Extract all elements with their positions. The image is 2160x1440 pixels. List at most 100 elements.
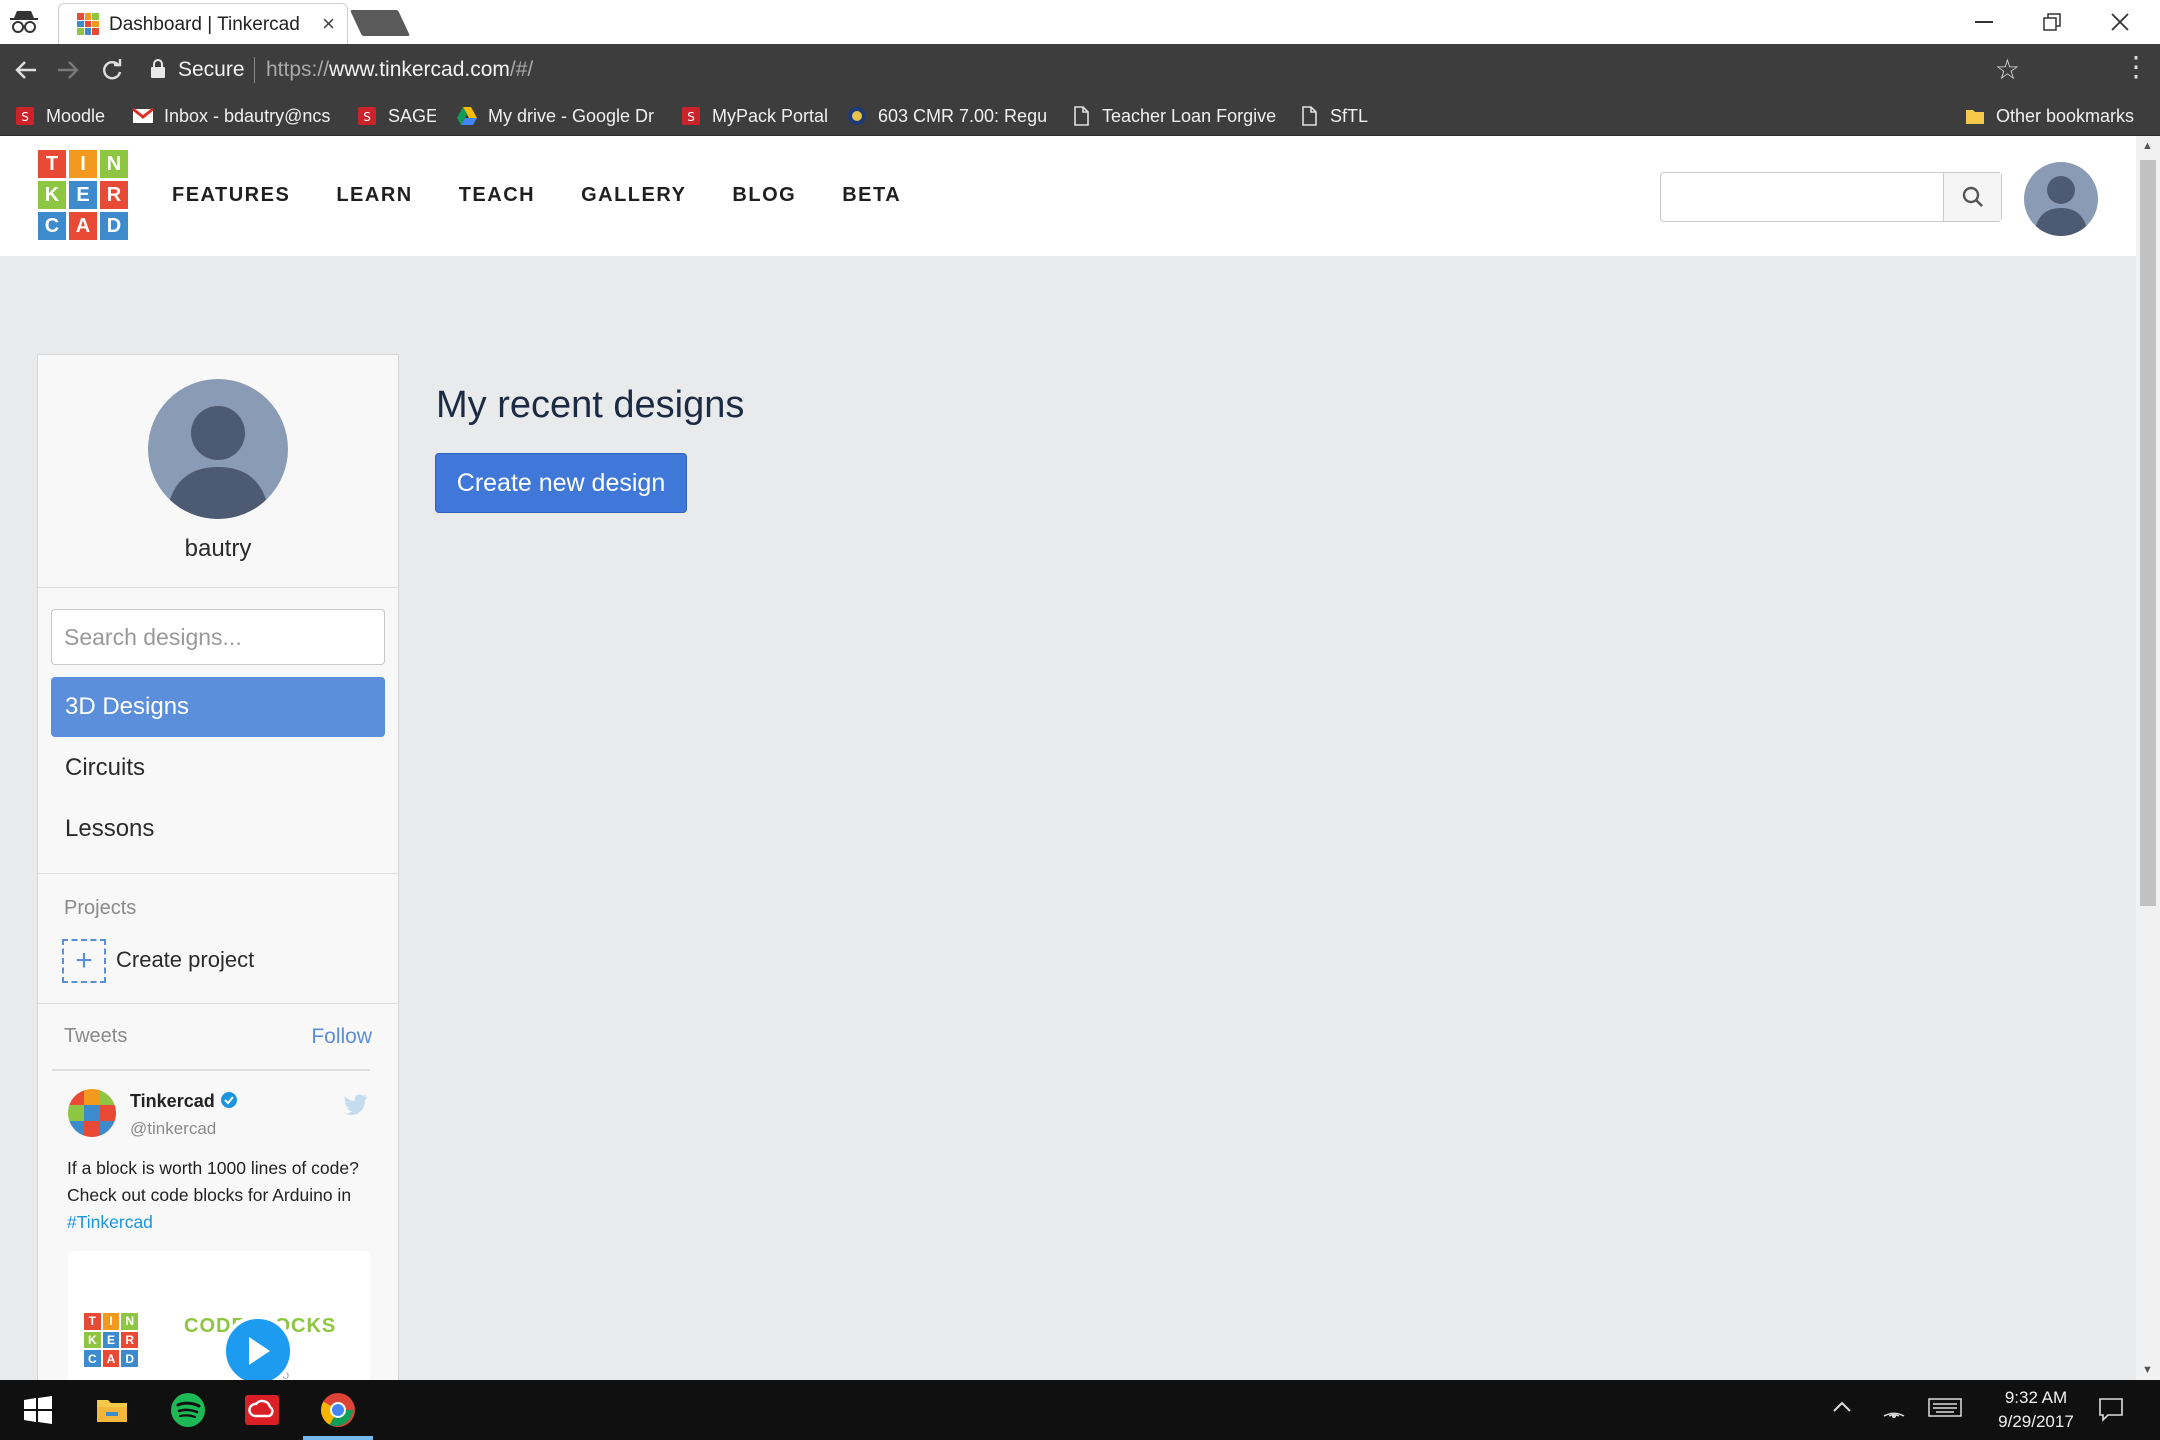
bookmark-teacher-loan[interactable]: Teacher Loan Forgive [1070, 103, 1280, 129]
header-search-button[interactable] [1943, 173, 2001, 221]
spotify-icon[interactable] [168, 1390, 208, 1430]
logo-letter: D [100, 212, 128, 240]
new-tab-button[interactable] [349, 10, 411, 36]
nav-beta[interactable]: BETA [842, 184, 901, 207]
bookmark-603-cmr[interactable]: 603 CMR 7.00: Regula [846, 103, 1046, 129]
tab-close-icon[interactable]: × [322, 11, 335, 37]
windows-start-icon[interactable] [18, 1390, 58, 1430]
tweet-avatar[interactable] [68, 1089, 116, 1137]
tweets-heading: Tweets [64, 1025, 128, 1047]
action-center-icon[interactable] [2098, 1396, 2124, 1428]
scrollbar-thumb[interactable] [2140, 160, 2156, 906]
chrome-icon[interactable] [318, 1390, 358, 1430]
create-project-link[interactable]: Create project [116, 947, 254, 973]
header-avatar[interactable] [2024, 162, 2098, 236]
address-separator [254, 57, 255, 83]
clock-time: 9:32 AM [2004, 1388, 2068, 1407]
tweet-author-handle[interactable]: @tinkercad [130, 1119, 216, 1139]
nav-blog[interactable]: BLOG [732, 184, 796, 207]
logo-letter: E [102, 1331, 120, 1349]
svg-text:S: S [363, 110, 371, 124]
tinkercad-favicon [77, 13, 99, 35]
scroll-down-icon[interactable]: ▼ [2142, 1364, 2153, 1376]
tinkercad-logo[interactable]: T I N K E R C A D [38, 150, 128, 240]
minimize-icon[interactable] [1954, 6, 2014, 38]
nav-gallery[interactable]: GALLERY [581, 184, 686, 207]
tweets-divider [52, 1069, 370, 1071]
bookmark-label: SAGE [388, 105, 436, 126]
wifi-icon[interactable] [1882, 1396, 1906, 1424]
site-header: T I N K E R C A D FEATURES LEARN TEACH G… [0, 136, 2136, 256]
svg-text:S: S [687, 110, 695, 124]
restore-icon[interactable] [2022, 6, 2082, 38]
sidebar-item-circuits[interactable]: Circuits [51, 738, 385, 798]
nav-features[interactable]: FEATURES [172, 184, 290, 207]
url-host: www.tinkercad.com [329, 58, 510, 81]
scroll-up-icon[interactable]: ▲ [2142, 140, 2153, 152]
page-scrollbar[interactable]: ▲ ▼ [2136, 136, 2160, 1380]
keyboard-icon[interactable] [1928, 1396, 1962, 1424]
bookmark-sage[interactable]: S SAGE [356, 103, 436, 129]
bookmark-label: Moodle [46, 105, 106, 126]
secure-label: Secure [178, 58, 245, 81]
bookmark-label: Teacher Loan Forgive [1102, 105, 1277, 126]
logo-letter: A [69, 212, 97, 240]
verified-icon [221, 1092, 237, 1108]
gmail-icon [132, 107, 154, 123]
create-new-design-button[interactable]: Create new design [435, 453, 687, 513]
nav-teach[interactable]: TEACH [459, 184, 535, 207]
bookmark-inbox[interactable]: Inbox - bdautry@ncs [132, 103, 342, 129]
user-silhouette-icon [2024, 162, 2098, 236]
browser-toolbar: Secure https://www.tinkercad.com/#/ ☆ ⋮ [0, 44, 2160, 96]
projects-heading: Projects [64, 897, 137, 919]
bookmarks-bar: S Moodle Inbox - bdautry@ncs S SAGE My d… [0, 96, 2160, 136]
search-icon [1962, 186, 1983, 207]
bookmark-label: 603 CMR 7.00: Regula [878, 105, 1046, 126]
header-search-input[interactable] [1660, 172, 2002, 222]
sidebar-item-3d-designs[interactable]: 3D Designs [51, 677, 385, 737]
url-text[interactable]: https://www.tinkercad.com/#/ [266, 58, 533, 82]
reload-icon[interactable] [96, 54, 128, 86]
tweet-hashtag-link[interactable]: #Tinkercad [67, 1209, 377, 1236]
sidebar-item-lessons[interactable]: Lessons [51, 799, 385, 859]
sage-icon: S [358, 107, 376, 125]
logo-letter: K [84, 1331, 101, 1349]
page-title: My recent designs [436, 384, 745, 426]
follow-link[interactable]: Follow [311, 1025, 372, 1049]
bookmark-label: Other bookmarks [1996, 105, 2135, 126]
bookmark-moodle[interactable]: S Moodle [14, 103, 124, 129]
close-window-icon[interactable] [2090, 6, 2150, 38]
divider [38, 873, 398, 874]
bookmark-mypack[interactable]: S MyPack Portal [680, 103, 830, 129]
play-icon [249, 1337, 270, 1365]
forward-icon[interactable] [52, 54, 84, 86]
search-designs-input[interactable] [51, 609, 385, 665]
show-hidden-icons-icon[interactable] [1832, 1396, 1852, 1419]
plus-icon[interactable]: + [62, 939, 106, 983]
bookmark-star-icon[interactable]: ☆ [1995, 53, 2020, 86]
logo-letter: C [84, 1350, 101, 1367]
file-explorer-icon[interactable] [92, 1390, 132, 1430]
browser-menu-icon[interactable]: ⋮ [2122, 53, 2150, 87]
logo-letter: D [121, 1350, 138, 1367]
svg-text:S: S [21, 110, 29, 124]
browser-tab[interactable]: Dashboard | Tinkercad × [58, 3, 348, 44]
user-silhouette-icon [148, 379, 288, 519]
profile-avatar[interactable] [148, 379, 288, 519]
nav-learn[interactable]: LEARN [336, 184, 412, 207]
tinkercad-avatar-icon [68, 1089, 116, 1137]
tab-title: Dashboard | Tinkercad [109, 14, 300, 35]
play-button[interactable] [222, 1315, 294, 1380]
bookmark-google-drive[interactable]: My drive - Google Dr [456, 103, 656, 129]
twitter-bird-icon[interactable] [342, 1093, 368, 1115]
back-icon[interactable] [10, 54, 42, 86]
tweet-author-name[interactable]: Tinkercad [130, 1091, 215, 1112]
bookmark-sftl[interactable]: SfTL [1298, 103, 1378, 129]
profile-username[interactable]: bautry [38, 535, 398, 563]
address-bar[interactable]: Secure https://www.tinkercad.com/#/ ☆ [140, 51, 2020, 89]
taskbar-clock[interactable]: 9:32 AM 9/29/2017 [1976, 1386, 2096, 1434]
creative-cloud-icon[interactable] [242, 1390, 282, 1430]
mypack-icon: S [682, 107, 700, 125]
bookmark-other[interactable]: Other bookmarks [1964, 103, 2154, 129]
incognito-icon [10, 11, 38, 33]
